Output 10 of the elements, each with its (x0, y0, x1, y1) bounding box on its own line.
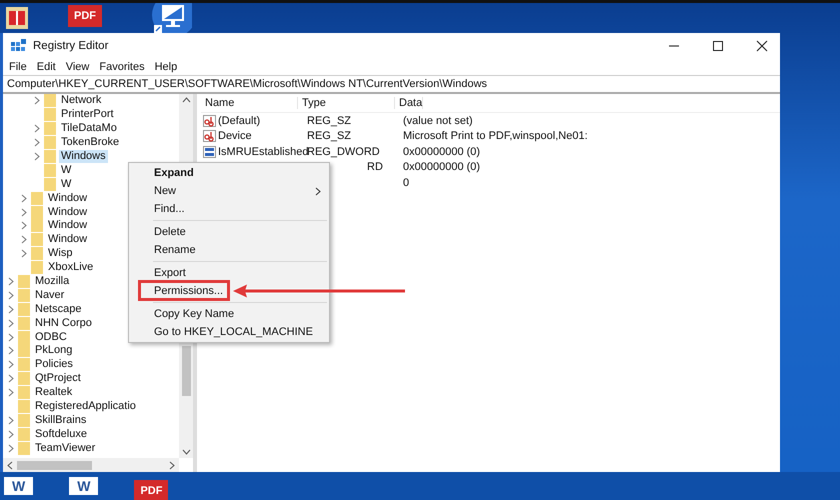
value-data: (value not set) (403, 114, 473, 127)
value-type: REG_DWORD (307, 146, 380, 158)
value-type: REG_SZ (307, 114, 352, 127)
value-data: 0x00000000 (0) (403, 146, 480, 158)
value-data: 0x00000000 (0) (403, 161, 480, 174)
window-title: Registry Editor (33, 40, 108, 52)
value-type: RD (367, 161, 383, 174)
value-data: 0 (403, 176, 410, 189)
value-data: Microsoft Print to PDF,winspool,Ne01: (403, 130, 588, 142)
value-type: REG_SZ (307, 130, 352, 142)
